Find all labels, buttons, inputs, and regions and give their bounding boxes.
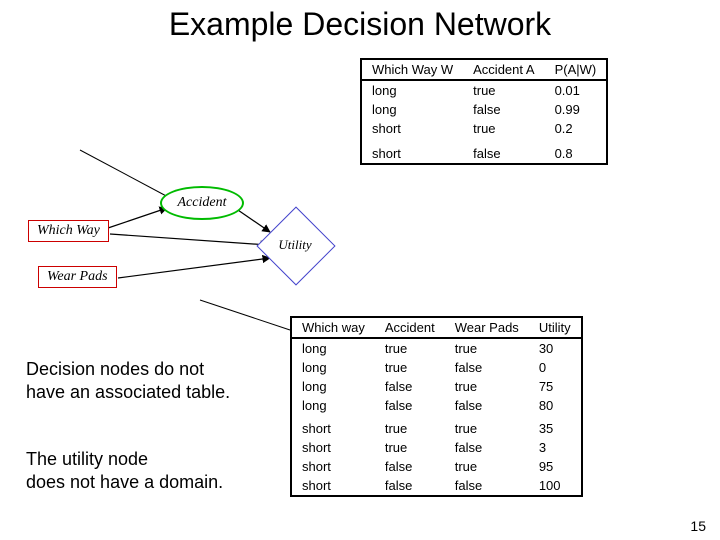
slide: Example Decision Network Which Way W Acc… [0, 0, 720, 540]
table-header-row: Which way Accident Wear Pads Utility [291, 317, 582, 338]
table-row: short true false 3 [291, 438, 582, 457]
node-which-way: Which Way [28, 220, 109, 242]
utility-table: Which way Accident Wear Pads Utility lon… [290, 316, 583, 497]
node-accident: Accident [160, 186, 244, 220]
body-text-decision-nodes: Decision nodes do not have an associated… [26, 358, 286, 403]
col-accident: Accident [375, 317, 445, 338]
table-row: long false true 75 [291, 377, 582, 396]
page-number: 15 [690, 518, 706, 534]
table-row: short false 0.8 [361, 138, 607, 164]
slide-title: Example Decision Network [0, 6, 720, 43]
table-header-row: Which Way W Accident A P(A|W) [361, 59, 607, 80]
node-utility: Utility [268, 218, 324, 274]
node-label: Wear Pads [47, 269, 108, 284]
table-row: short false true 95 [291, 457, 582, 476]
col-paw: P(A|W) [545, 59, 608, 80]
table-row: long true 0.01 [361, 80, 607, 100]
node-label: Utility [268, 218, 322, 272]
col-accident: Accident A [463, 59, 544, 80]
col-wear-pads: Wear Pads [445, 317, 529, 338]
text-line: have an associated table. [26, 382, 230, 402]
body-text-utility-node: The utility node does not have a domain. [26, 448, 286, 493]
table-row: long true false 0 [291, 358, 582, 377]
table-row: short true 0.2 [361, 119, 607, 138]
table-row: long true true 30 [291, 338, 582, 358]
probability-table: Which Way W Accident A P(A|W) long true … [360, 58, 608, 165]
table-row: short false false 100 [291, 476, 582, 496]
table-row: long false 0.99 [361, 100, 607, 119]
col-which-way: Which way [291, 317, 375, 338]
text-line: The utility node [26, 449, 148, 469]
text-line: does not have a domain. [26, 472, 223, 492]
col-utility: Utility [529, 317, 582, 338]
node-label: Which Way [37, 223, 100, 238]
node-wear-pads: Wear Pads [38, 266, 117, 288]
decision-network-diagram: Accident Which Way Wear Pads Utility [20, 170, 340, 330]
node-label: Accident [178, 195, 227, 211]
table-row: short true true 35 [291, 415, 582, 438]
text-line: Decision nodes do not [26, 359, 204, 379]
table-row: long false false 80 [291, 396, 582, 415]
col-which-way: Which Way W [361, 59, 463, 80]
